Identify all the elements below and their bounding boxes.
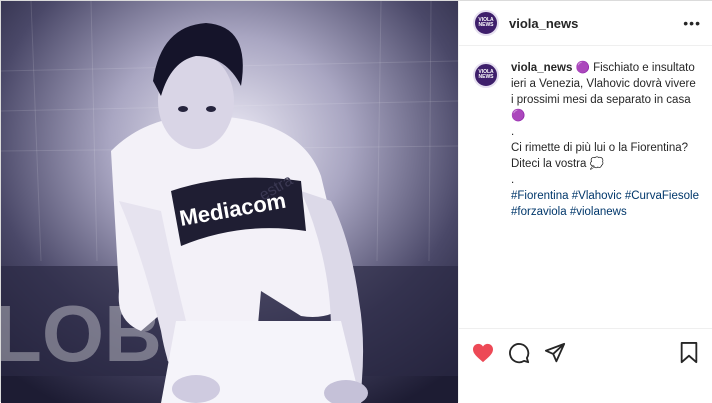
- heart-icon: [473, 343, 493, 363]
- hashtag-link[interactable]: #violanews: [570, 206, 627, 218]
- post-photo[interactable]: LOBE Mediacom estra: [1, 1, 458, 403]
- caption: VIOLA NEWS viola_news 🟣 Fischiato e insu…: [459, 46, 712, 220]
- share-icon: [544, 342, 566, 363]
- more-options-icon[interactable]: •••: [683, 15, 701, 31]
- save-button[interactable]: [677, 341, 701, 365]
- caption-dot1: .: [511, 126, 515, 138]
- header-username[interactable]: viola_news: [509, 16, 578, 31]
- caption-username[interactable]: viola_news: [511, 62, 572, 74]
- hashtag-link[interactable]: #Vlahovic: [572, 190, 622, 202]
- caption-avatar-text: VIOLA NEWS: [478, 69, 494, 80]
- post-sidebar: VIOLA NEWS viola_news ••• VIOLA NEWS vio…: [458, 1, 712, 402]
- hashtag-link[interactable]: #CurvaFiesole: [625, 190, 699, 202]
- action-bar: [459, 328, 712, 402]
- share-button[interactable]: [543, 341, 567, 365]
- caption-dot2: .: [511, 174, 515, 186]
- comment-button[interactable]: [507, 341, 531, 365]
- hashtag-link[interactable]: #Fiorentina: [511, 190, 569, 202]
- instagram-post: LOBE Mediacom estra VIOLA NEWS viola_new: [0, 0, 712, 403]
- avatar[interactable]: VIOLA NEWS: [473, 10, 499, 36]
- caption-text: viola_news 🟣 Fischiato e insultato ieri …: [511, 60, 701, 220]
- caption-line2: Ci rimette di più lui o la Fiorentina? D…: [511, 142, 689, 170]
- avatar-text: VIOLA NEWS: [478, 17, 494, 28]
- caption-avatar[interactable]: VIOLA NEWS: [473, 62, 499, 88]
- comment-icon: [509, 343, 530, 364]
- player-photo: LOBE Mediacom estra: [1, 1, 458, 403]
- hashtag-link[interactable]: #forzaviola: [511, 206, 567, 218]
- post-header: VIOLA NEWS viola_news •••: [459, 1, 712, 46]
- like-button[interactable]: [471, 341, 495, 365]
- caption-hashtags: #Fiorentina #Vlahovic #CurvaFiesole #for…: [511, 188, 701, 220]
- bookmark-icon: [680, 342, 698, 364]
